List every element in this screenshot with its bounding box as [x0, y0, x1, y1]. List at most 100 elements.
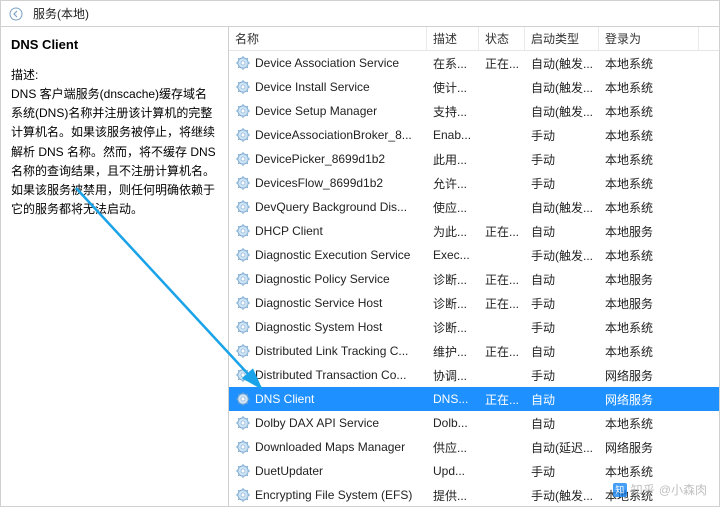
row-desc: DNS... — [427, 387, 479, 411]
row-logon: 本地系统 — [599, 195, 699, 219]
row-start: 手动 — [525, 315, 599, 339]
content-area: DNS Client 描述: DNS 客户端服务(dnscache)缓存域名系统… — [1, 27, 719, 506]
gear-icon — [235, 55, 251, 71]
gear-icon — [235, 151, 251, 167]
row-desc: 允许... — [427, 171, 479, 195]
row-desc: 为此... — [427, 219, 479, 243]
row-status — [479, 75, 525, 99]
gear-icon — [235, 487, 251, 503]
service-name-title: DNS Client — [11, 37, 218, 52]
row-desc: Upd... — [427, 459, 479, 483]
zhihu-icon: 知 — [613, 483, 627, 497]
service-row[interactable]: Device Install Service使计...自动(触发...本地系统 — [229, 75, 719, 99]
row-logon: 本地系统 — [599, 123, 699, 147]
gear-icon — [235, 319, 251, 335]
gear-icon — [235, 175, 251, 191]
gear-icon — [235, 223, 251, 239]
row-start: 自动(触发... — [525, 195, 599, 219]
col-header-status[interactable]: 状态 — [479, 27, 525, 50]
row-start: 自动(延迟... — [525, 435, 599, 459]
row-desc: 供应... — [427, 435, 479, 459]
service-row[interactable]: DevicesFlow_8699d1b2允许...手动本地系统 — [229, 171, 719, 195]
row-logon: 本地系统 — [599, 339, 699, 363]
row-desc: Exec... — [427, 243, 479, 267]
row-start: 自动 — [525, 219, 599, 243]
list-header: 名称 描述 状态 启动类型 登录为 — [229, 27, 719, 51]
row-logon: 网络服务 — [599, 387, 699, 411]
service-row[interactable]: Diagnostic Service Host诊断...正在...手动本地服务 — [229, 291, 719, 315]
service-row[interactable]: Diagnostic System Host诊断...手动本地系统 — [229, 315, 719, 339]
gear-icon — [235, 79, 251, 95]
service-row[interactable]: Device Association Service在系...正在...自动(触… — [229, 51, 719, 75]
col-header-start[interactable]: 启动类型 — [525, 27, 599, 50]
row-status — [479, 435, 525, 459]
col-header-desc[interactable]: 描述 — [427, 27, 479, 50]
service-row[interactable]: DeviceAssociationBroker_8...Enab...手动本地系… — [229, 123, 719, 147]
row-start: 手动 — [525, 123, 599, 147]
row-desc: 此用... — [427, 147, 479, 171]
service-row[interactable]: Distributed Link Tracking C...维护...正在...… — [229, 339, 719, 363]
row-name: Device Association Service — [255, 56, 399, 70]
row-start: 自动 — [525, 267, 599, 291]
row-start: 自动(触发... — [525, 99, 599, 123]
service-row[interactable]: DHCP Client为此...正在...自动本地服务 — [229, 219, 719, 243]
row-name: Downloaded Maps Manager — [255, 440, 405, 454]
back-icon[interactable] — [7, 5, 25, 23]
service-row[interactable]: DNS ClientDNS...正在...自动网络服务 — [229, 387, 719, 411]
row-start: 手动 — [525, 363, 599, 387]
service-row[interactable]: DevQuery Background Dis... 使应... 自动(触发...本… — [229, 195, 719, 219]
row-logon: 网络服务 — [599, 363, 699, 387]
pane-title: 服务(本地) — [33, 5, 89, 22]
row-start: 自动 — [525, 339, 599, 363]
service-row[interactable]: Diagnostic Policy Service诊断...正在...自动本地服… — [229, 267, 719, 291]
row-status — [479, 483, 525, 506]
row-name: Device Install Service — [255, 80, 370, 94]
row-desc: Enab... — [427, 123, 479, 147]
row-name: Diagnostic Policy Service — [255, 272, 390, 286]
gear-icon — [235, 391, 251, 407]
row-logon: 本地系统 — [599, 459, 699, 483]
row-logon: 本地服务 — [599, 291, 699, 315]
service-row[interactable]: Downloaded Maps Manager供应...自动(延迟...网络服务 — [229, 435, 719, 459]
row-status — [479, 195, 525, 219]
service-row[interactable]: Diagnostic Execution ServiceExec...手动(触发… — [229, 243, 719, 267]
row-start: 手动 — [525, 147, 599, 171]
gear-icon — [235, 367, 251, 383]
row-start: 自动(触发... — [525, 51, 599, 75]
row-status: 正在... — [479, 387, 525, 411]
row-logon: 本地系统 — [599, 75, 699, 99]
row-status — [479, 99, 525, 123]
row-name: Distributed Transaction Co... — [255, 368, 406, 382]
row-status — [479, 459, 525, 483]
service-row[interactable]: DevicePicker_8699d1b2此用...手动本地系统 — [229, 147, 719, 171]
gear-icon — [235, 415, 251, 431]
row-name: Diagnostic System Host — [255, 320, 382, 334]
row-logon: 本地系统 — [599, 411, 699, 435]
row-status — [479, 315, 525, 339]
service-row[interactable]: Dolby DAX API ServiceDolb...自动本地系统 — [229, 411, 719, 435]
row-logon: 本地服务 — [599, 219, 699, 243]
row-name: DevQuery Background Dis... — [255, 200, 407, 214]
service-row[interactable]: Device Setup Manager支持...自动(触发...本地系统 — [229, 99, 719, 123]
service-row[interactable]: Distributed Transaction Co...协调...手动网络服务 — [229, 363, 719, 387]
service-row[interactable]: DuetUpdaterUpd...手动本地系统 — [229, 459, 719, 483]
row-logon: 本地系统 — [599, 315, 699, 339]
row-logon: 本地系统 — [599, 243, 699, 267]
row-name: DuetUpdater — [255, 464, 323, 478]
row-name: Encrypting File System (EFS) — [255, 488, 412, 502]
row-status — [479, 243, 525, 267]
description-text: DNS 客户端服务(dnscache)缓存域名系统(DNS)名称并注册该计算机的… — [11, 85, 218, 219]
row-desc: 使应... — [427, 195, 479, 219]
col-header-name[interactable]: 名称 — [229, 27, 427, 50]
pane-header: 服务(本地) — [1, 1, 719, 27]
row-name: Diagnostic Execution Service — [255, 248, 410, 262]
list-body[interactable]: Device Association Service在系...正在...自动(触… — [229, 51, 719, 506]
col-header-logon[interactable]: 登录为 — [599, 27, 699, 50]
watermark: 知 知乎 @小森肉 — [613, 481, 707, 498]
row-status — [479, 171, 525, 195]
watermark-brand: 知乎 — [631, 481, 655, 498]
gear-icon — [235, 295, 251, 311]
row-desc: 维护... — [427, 339, 479, 363]
row-start: 自动 — [525, 387, 599, 411]
row-name: Dolby DAX API Service — [255, 416, 379, 430]
